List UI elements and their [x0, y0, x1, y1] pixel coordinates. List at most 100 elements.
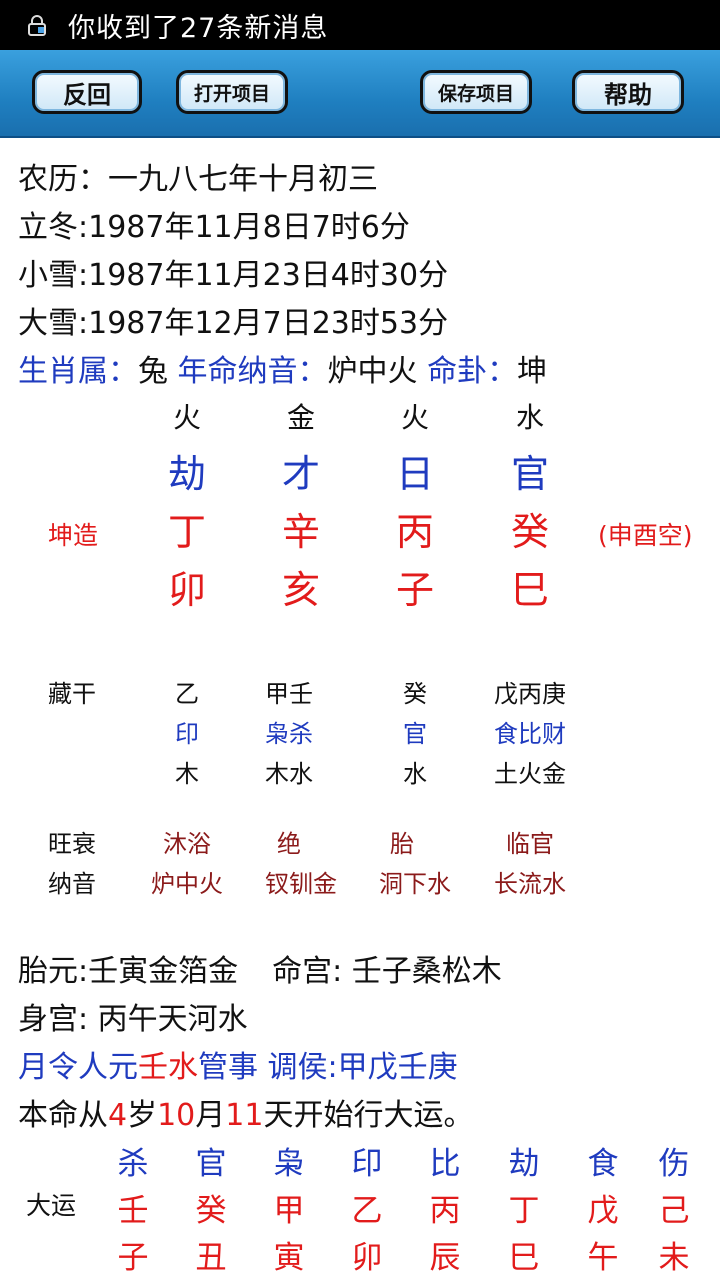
start-day: 11 — [225, 1098, 264, 1133]
start-a: 本命从 — [18, 1098, 108, 1133]
zodiac-label: 生肖属： — [18, 354, 138, 389]
help-button[interactable]: 帮助 — [572, 70, 684, 114]
pillar-4-zhi: 巳 — [510, 568, 550, 612]
pillar-1-wuxing: 火 — [172, 401, 202, 434]
pillar-3-wuxing: 火 — [400, 401, 430, 434]
dayun-4-gan: 乙 — [351, 1193, 383, 1229]
pillar-4-gan: 癸 — [510, 510, 550, 554]
nayin-row-label: 纳音 — [48, 870, 96, 898]
yueling-c: 管事 调侯:甲戊壬庚 — [198, 1050, 458, 1085]
minggua-value: 坤 — [517, 354, 548, 389]
nayin-1: 炉中火 — [151, 870, 223, 898]
canggan-2-wuxing: 木水 — [265, 760, 313, 788]
dayun-7-gan: 戊 — [587, 1193, 619, 1229]
start-c: 月 — [195, 1098, 226, 1133]
open-project-button[interactable]: 打开项目 — [176, 70, 288, 114]
pillar-2-wuxing: 金 — [286, 401, 316, 434]
pillar-2-gan: 辛 — [281, 510, 321, 554]
dayun-8-shishen: 伤 — [658, 1146, 690, 1182]
nayin-4: 长流水 — [494, 870, 566, 898]
pillar-2-shishen: 才 — [281, 452, 321, 496]
canggan-label: 藏干 — [48, 680, 96, 708]
pillar-4-wuxing: 水 — [515, 401, 545, 434]
dayun-6-shishen: 劫 — [508, 1146, 540, 1182]
wangshuai-3: 胎 — [390, 830, 414, 858]
start-age: 4 — [108, 1098, 128, 1133]
wangshuai-1: 沐浴 — [163, 830, 211, 858]
xiaoxue-term: 小雪:1987年11月23日4时30分 — [18, 258, 449, 293]
pillar-3-zhi: 子 — [395, 568, 435, 612]
dayun-1-zhi: 子 — [117, 1240, 149, 1276]
nayin-value: 炉中火 — [327, 354, 418, 389]
pillar-1-gan: 丁 — [167, 510, 207, 554]
kong-label: (申酉空) — [598, 521, 693, 550]
nayin-label: 年命纳音： — [177, 354, 328, 389]
canggan-3-gan: 癸 — [403, 680, 427, 708]
yueling-line: 月令人元壬水管事 调侯:甲戊壬庚 — [18, 1042, 458, 1086]
dayun-6-zhi: 巳 — [508, 1240, 540, 1276]
dayun-4-shishen: 印 — [351, 1146, 383, 1182]
minggua-label: 命卦： — [427, 354, 518, 389]
dayun-2-gan: 癸 — [195, 1193, 227, 1229]
pillar-2-zhi: 亥 — [281, 568, 321, 612]
zodiac-line: 生肖属：兔 年命纳音：炉中火 命卦：坤 — [18, 346, 547, 390]
canggan-1-wuxing: 木 — [175, 760, 199, 788]
dayun-3-zhi: 寅 — [273, 1240, 305, 1276]
save-project-button[interactable]: 保存项目 — [420, 70, 532, 114]
dayun-8-gan: 己 — [658, 1193, 690, 1229]
canggan-1-gan: 乙 — [175, 680, 199, 708]
dayun-7-shishen: 食 — [587, 1146, 619, 1182]
dayun-1-shishen: 杀 — [117, 1146, 149, 1182]
dayun-5-shishen: 比 — [429, 1146, 461, 1182]
pillar-1-shishen: 劫 — [167, 452, 207, 496]
dayun-start-line: 本命从4岁10月11天开始行大运。 — [18, 1090, 473, 1134]
bazi-content: 农历：一九八七年十月初三 立冬:1987年11月8日7时6分 小雪:1987年1… — [0, 0, 720, 1280]
notification-lock-icon — [28, 15, 46, 36]
pillar-1-zhi: 卯 — [167, 568, 207, 612]
action-toolbar: 反回 打开项目 保存项目 帮助 — [0, 50, 720, 138]
daxue-term: 大雪:1987年12月7日23时53分 — [18, 306, 449, 341]
status-bar: 你收到了27条新消息 — [0, 0, 720, 50]
pillar-3-gan: 丙 — [395, 510, 435, 554]
dayun-7-zhi: 午 — [587, 1240, 619, 1276]
lunar-date: 农历：一九八七年十月初三 — [18, 162, 378, 197]
dayun-1-gan: 壬 — [117, 1193, 149, 1229]
back-button[interactable]: 反回 — [32, 70, 142, 114]
dayun-3-gan: 甲 — [273, 1193, 305, 1229]
yueling-a: 月令人元 — [18, 1050, 138, 1085]
dayun-8-zhi: 未 — [658, 1240, 690, 1276]
canggan-4-shishen: 食比财 — [494, 720, 566, 748]
chart-label: 坤造 — [48, 521, 99, 550]
start-month: 10 — [157, 1098, 196, 1133]
pillar-3-shishen: 日 — [395, 452, 435, 496]
taiyuan-minggong-line: 胎元:壬寅金箔金 命宫: 壬子桑松木 — [18, 946, 502, 990]
dayun-5-gan: 丙 — [429, 1193, 461, 1229]
dayun-4-zhi: 卯 — [351, 1240, 383, 1276]
canggan-2-gan: 甲壬 — [265, 680, 313, 708]
wangshuai-2: 绝 — [277, 830, 301, 858]
minggong: 命宫: 壬子桑松木 — [272, 954, 502, 989]
canggan-4-gan: 戊丙庚 — [494, 680, 566, 708]
dayun-5-zhi: 辰 — [429, 1240, 461, 1276]
notification-text: 你收到了27条新消息 — [68, 12, 329, 44]
wangshuai-label: 旺衰 — [48, 830, 96, 858]
start-d: 天开始行大运。 — [263, 1098, 474, 1133]
dayun-3-shishen: 枭 — [273, 1146, 305, 1182]
dayun-2-zhi: 丑 — [195, 1240, 227, 1276]
pillar-4-shishen: 官 — [510, 452, 550, 496]
nayin-3: 洞下水 — [379, 870, 451, 898]
canggan-1-shishen: 印 — [175, 720, 199, 748]
taiyuan: 胎元:壬寅金箔金 — [18, 954, 239, 989]
dayun-6-gan: 丁 — [508, 1193, 540, 1229]
start-b: 岁 — [127, 1098, 158, 1133]
canggan-2-shishen: 枭杀 — [265, 720, 313, 748]
yueling-b: 壬水 — [138, 1050, 198, 1085]
canggan-4-wuxing: 土火金 — [494, 760, 566, 788]
lidong-term: 立冬:1987年11月8日7时6分 — [18, 210, 410, 245]
canggan-3-shishen: 官 — [403, 720, 427, 748]
zodiac-value: 兔 — [138, 354, 168, 389]
nayin-2: 钗钏金 — [265, 870, 337, 898]
dayun-label: 大运 — [26, 1191, 77, 1220]
shengong: 身宫: 丙午天河水 — [18, 1002, 248, 1037]
canggan-3-wuxing: 水 — [403, 760, 427, 788]
